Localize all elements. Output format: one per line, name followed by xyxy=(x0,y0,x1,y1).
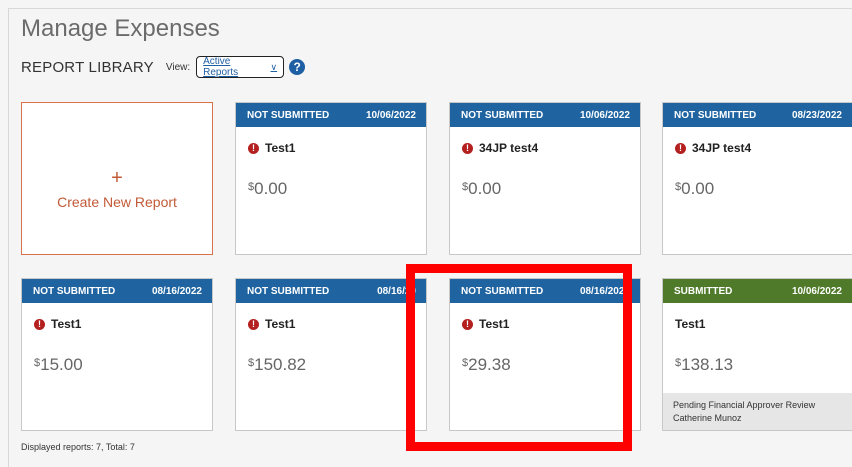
report-date: 08/16/2022 xyxy=(151,285,202,297)
report-date: 10/06/2022 xyxy=(791,285,842,297)
exclamation-icon: ! xyxy=(248,318,259,330)
view-dropdown-value: Active Reports xyxy=(203,56,239,78)
report-card[interactable]: NOT SUBMITTED 10/06/2022 ! Test1 $0.00 xyxy=(235,102,427,255)
approver-name: Catherine Munoz xyxy=(673,413,742,423)
report-name: ! Test1 xyxy=(34,317,212,331)
report-card-header: NOT SUBMITTED 10/06/2022 xyxy=(236,103,426,127)
report-amount: $0.00 xyxy=(248,179,426,199)
report-status: NOT SUBMITTED xyxy=(461,109,544,121)
report-status: NOT SUBMITTED xyxy=(247,109,330,121)
report-name-text: Test1 xyxy=(265,317,296,331)
view-label: View: xyxy=(165,61,191,73)
report-name: ! Test1 xyxy=(462,317,640,331)
amount-value: 29.38 xyxy=(468,355,511,374)
report-card-header: NOT SUBMITTED 08/16/2022 xyxy=(22,279,212,303)
exclamation-icon: ! xyxy=(675,142,686,154)
approval-status-box: Pending Financial Approver Review Cather… xyxy=(663,393,852,430)
report-name-text: 34JP test4 xyxy=(692,141,752,155)
report-name-text: Test1 xyxy=(479,317,510,331)
report-date: 10/06/2022 xyxy=(579,109,630,121)
currency-symbol: $ xyxy=(462,181,469,193)
report-amount: $0.00 xyxy=(462,179,640,199)
report-card[interactable]: SUBMITTED 10/06/2022 Test1 $138.13 Pendi… xyxy=(662,278,852,431)
report-status: NOT SUBMITTED xyxy=(674,109,757,121)
exclamation-icon: ! xyxy=(248,142,259,154)
help-icon[interactable]: ? xyxy=(289,59,306,75)
report-name: ! Test1 xyxy=(248,317,426,331)
report-status: NOT SUBMITTED xyxy=(247,285,330,297)
amount-value: 138.13 xyxy=(681,355,734,374)
currency-symbol: $ xyxy=(675,357,682,369)
report-card-header: NOT SUBMITTED 08/16/20 xyxy=(236,279,426,303)
currency-symbol: $ xyxy=(675,181,682,193)
report-card-header: SUBMITTED 10/06/2022 xyxy=(663,279,852,303)
amount-value: 0.00 xyxy=(468,179,502,198)
currency-symbol: $ xyxy=(248,357,255,369)
displayed-reports-count: Displayed reports: 7, Total: 7 xyxy=(21,442,135,452)
report-name-text: Test1 xyxy=(265,141,296,155)
report-name: ! Test1 xyxy=(248,141,426,155)
report-card[interactable]: NOT SUBMITTED 10/06/2022 ! 34JP test4 $0… xyxy=(449,102,641,255)
report-card-header: NOT SUBMITTED 08/16/2022 xyxy=(450,279,640,303)
report-amount: $15.00 xyxy=(34,355,212,375)
create-new-report-label: Create New Report xyxy=(57,193,177,210)
currency-symbol: $ xyxy=(462,357,469,369)
amount-value: 15.00 xyxy=(40,355,83,374)
report-card-header: NOT SUBMITTED 08/23/2022 xyxy=(663,103,852,127)
amount-value: 0.00 xyxy=(254,179,288,198)
report-card-header: NOT SUBMITTED 10/06/2022 xyxy=(450,103,640,127)
exclamation-icon: ! xyxy=(462,318,473,330)
report-name-text: 34JP test4 xyxy=(479,141,539,155)
approval-status-text: Pending Financial Approver Review xyxy=(673,400,816,410)
report-date: 08/16/20 xyxy=(377,285,416,297)
report-name: ! 34JP test4 xyxy=(462,141,640,155)
report-name-text: Test1 xyxy=(51,317,82,331)
report-date: 08/16/2022 xyxy=(579,285,630,297)
report-card[interactable]: NOT SUBMITTED 08/23/2022 ! 34JP test4 $0… xyxy=(662,102,852,255)
report-date: 08/23/2022 xyxy=(791,109,842,121)
report-card[interactable]: NOT SUBMITTED 08/16/2022 ! Test1 $29.38 xyxy=(449,278,641,431)
report-status: SUBMITTED xyxy=(674,285,733,297)
exclamation-icon: ! xyxy=(34,318,45,330)
currency-symbol: $ xyxy=(34,357,41,369)
create-new-report-card[interactable]: + Create New Report xyxy=(21,102,213,255)
report-date: 10/06/2022 xyxy=(365,109,416,121)
report-amount: $29.38 xyxy=(462,355,640,375)
report-amount: $150.82 xyxy=(248,355,426,375)
report-status: NOT SUBMITTED xyxy=(461,285,544,297)
report-name-text: Test1 xyxy=(675,317,706,331)
report-library-heading: REPORT LIBRARY xyxy=(21,58,154,76)
view-dropdown[interactable]: Active Reports ∨ xyxy=(196,56,285,78)
report-card[interactable]: NOT SUBMITTED 08/16/20 ! Test1 $150.82 xyxy=(235,278,427,431)
report-amount: $0.00 xyxy=(675,179,852,199)
report-status: NOT SUBMITTED xyxy=(33,285,116,297)
chevron-down-icon: ∨ xyxy=(270,61,278,72)
currency-symbol: $ xyxy=(248,181,255,193)
report-card[interactable]: NOT SUBMITTED 08/16/2022 ! Test1 $15.00 xyxy=(21,278,213,431)
amount-value: 0.00 xyxy=(681,179,715,198)
library-toolbar: REPORT LIBRARY View: Active Reports ∨ ? xyxy=(21,55,306,79)
page-title: Manage Expenses xyxy=(21,15,220,42)
amount-value: 150.82 xyxy=(254,355,307,374)
report-name: Test1 xyxy=(675,317,852,331)
plus-icon: + xyxy=(111,166,123,189)
exclamation-icon: ! xyxy=(462,142,473,154)
report-amount: $138.13 xyxy=(675,355,852,375)
report-name: ! 34JP test4 xyxy=(675,141,852,155)
